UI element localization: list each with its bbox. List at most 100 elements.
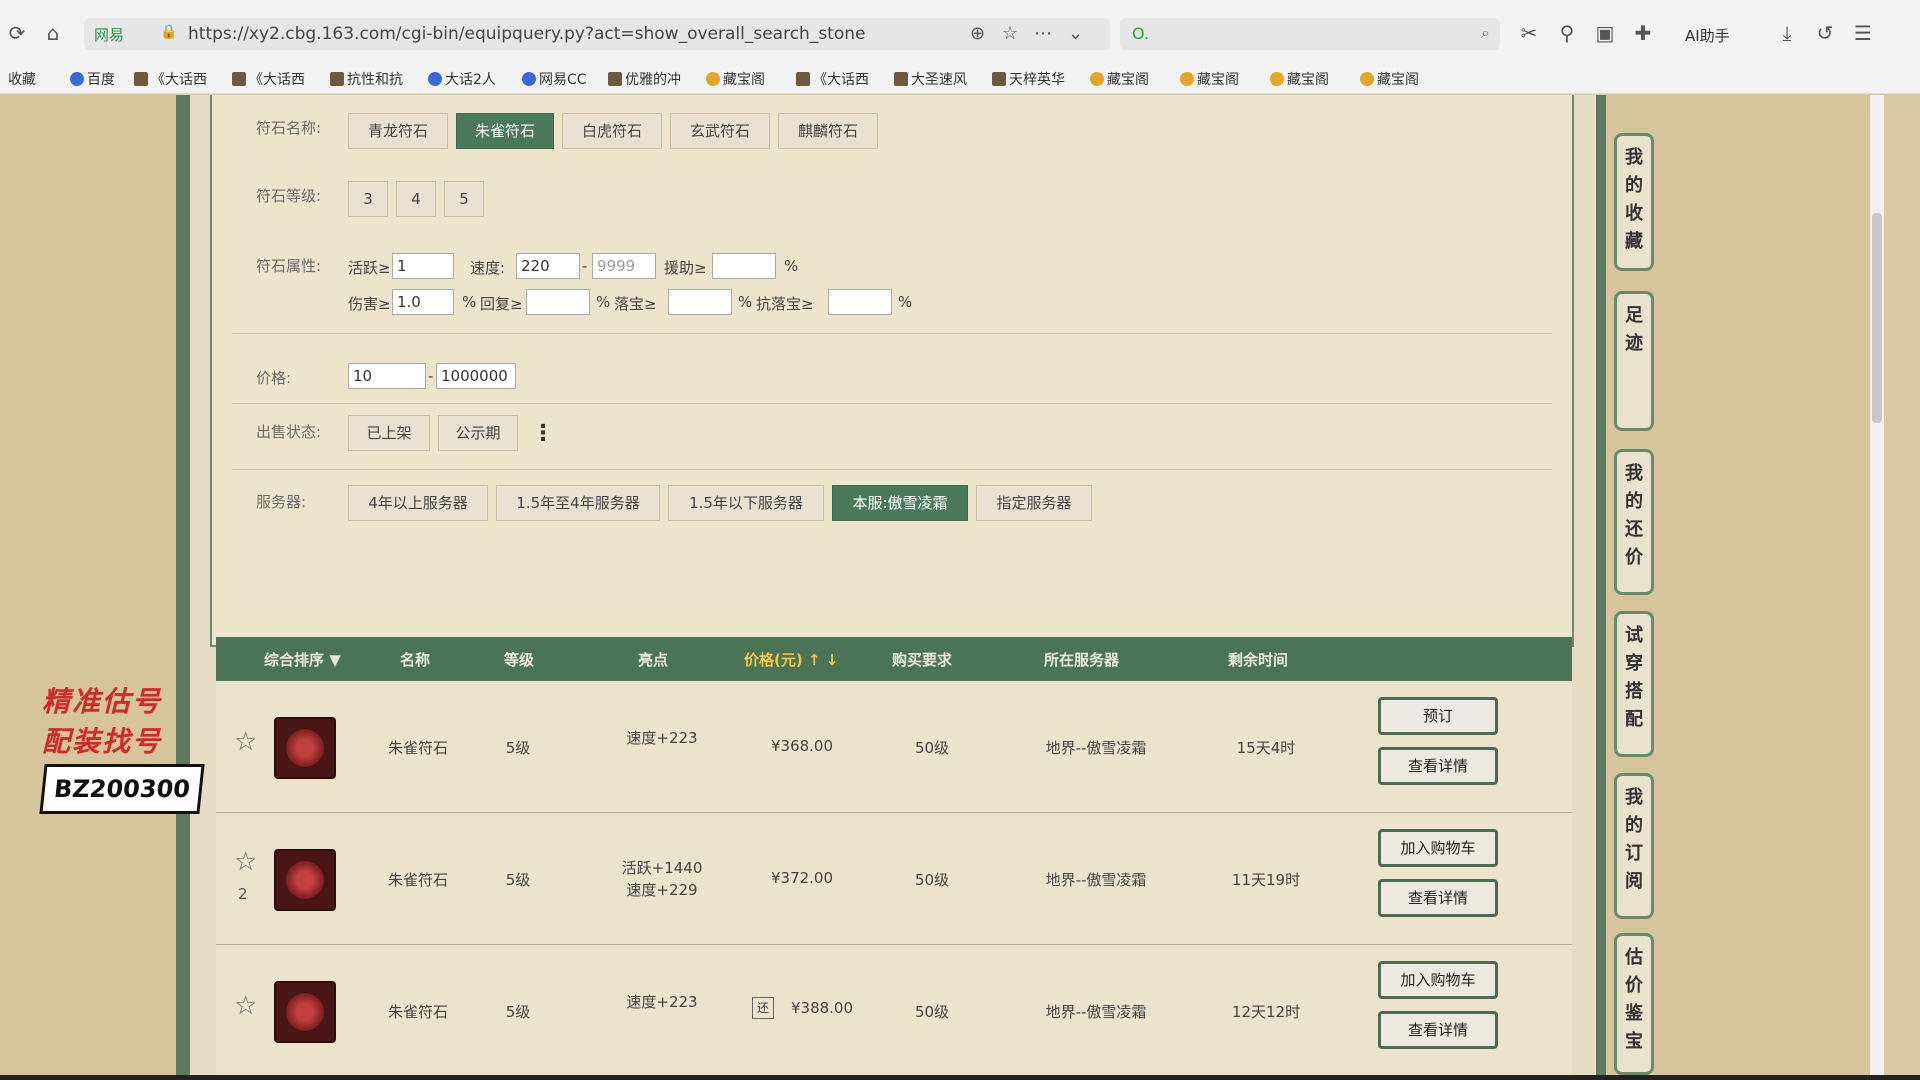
stone-thumbnail[interactable] [274,849,336,911]
view-details-button[interactable]: 查看详情 [1378,879,1498,917]
stone-option-zhuque[interactable]: 朱雀符石 [456,113,554,149]
address-bar[interactable]: 网易 🔒 https://xy2.cbg.163.com/cgi-bin/equ… [84,18,1110,50]
favorite-star-icon[interactable]: ☆ [234,847,257,877]
menu-icon[interactable]: ☰ [1852,22,1874,44]
server-option-specified[interactable]: 指定服务器 [976,485,1092,521]
item-name[interactable]: 朱雀符石 [358,869,478,890]
stone-option-xuanwu[interactable]: 玄武符石 [670,113,770,149]
level-option-5[interactable]: 5 [444,181,484,217]
page-content: 符石名称: 青龙符石 朱雀符石 白虎符石 玄武符石 麒麟符石 符石等级: 3 4… [0,95,1880,1075]
find-icon[interactable]: ⚲ [1556,22,1578,44]
bookmark-item[interactable]: 《大话西 [232,69,305,89]
sale-option-public[interactable]: 公示期 [438,415,518,451]
page-scrollbar[interactable] [1870,95,1884,1075]
price-max-input[interactable]: 1000000 [436,363,516,389]
bookmark-item[interactable]: 藏宝阁 [1270,69,1329,89]
bookmark-item[interactable]: 《大话西 [134,69,207,89]
side-tab-footprint[interactable]: 足迹 [1614,291,1654,431]
server-option-under-1-5y[interactable]: 1.5年以下服务器 [668,485,824,521]
bookmark-item[interactable]: 抗性和抗 [330,69,403,89]
bookmark-item[interactable]: 藏宝阁 [1180,69,1239,89]
chevron-down-icon[interactable]: ⌄ [1068,23,1083,44]
server-option-4y[interactable]: 4年以上服务器 [348,485,488,521]
item-level: 5级 [505,871,531,889]
server-header: 所在服务器 [1044,651,1120,669]
item-highlight: 活跃+1440 [621,859,703,877]
stone-thumbnail[interactable] [274,981,336,1043]
more-options-icon[interactable]: ⋮ [532,421,554,446]
item-highlight-2: 速度+229 [626,881,698,899]
add-to-cart-button[interactable]: 加入购物车 [1378,961,1498,999]
stone-option-qilin[interactable]: 麒麟符石 [778,113,878,149]
reserve-button[interactable]: 预订 [1378,697,1498,735]
server-option-1-5to4y[interactable]: 1.5年至4年服务器 [496,485,660,521]
speed-max-input[interactable]: 9999 [592,253,656,279]
item-level: 5级 [505,739,531,757]
active-label: 活跃≥ [348,259,391,277]
bookmark-star-icon[interactable]: ☆ [1002,23,1018,44]
side-tab-my-bargains[interactable]: 我的还价 [1614,449,1654,595]
window-icon[interactable]: ▣ [1594,22,1616,44]
divider [232,333,1552,334]
sale-option-listed[interactable]: 已上架 [348,415,430,451]
side-tab-favorites[interactable]: 我的收藏 [1614,133,1654,271]
lock-icon: 🔒 [160,24,178,40]
price-min-input[interactable]: 10 [348,363,426,389]
damage-input[interactable]: 1.0 [392,289,454,315]
bookmark-item[interactable]: 藏宝阁 [1360,69,1419,89]
bookmark-item[interactable]: 大话2人 [428,69,496,89]
bookmark-item[interactable]: 天梓英华 [992,69,1065,89]
speed-min-input[interactable]: 220 [516,253,580,279]
item-time: 12天12时 [1231,1003,1301,1021]
side-tab-subscriptions[interactable]: 我的订阅 [1614,773,1654,919]
bookmark-item[interactable]: 百度 [70,69,115,89]
scrollbar-thumb[interactable] [1872,213,1882,423]
more-icon[interactable]: ⋯ [1034,23,1052,44]
bookmark-item[interactable]: 《大话西 [796,69,869,89]
recover-input[interactable] [526,289,590,315]
favorite-star-icon[interactable]: ☆ [234,727,257,757]
drop-input[interactable] [668,289,732,315]
home-icon[interactable]: ⌂ [42,22,64,44]
browser-search-box[interactable]: O. ⌕ [1120,18,1500,50]
download-page-icon[interactable]: ⊕ [970,23,985,44]
view-details-button[interactable]: 查看详情 [1378,747,1498,785]
speed-dash: - [582,257,588,275]
price-header[interactable]: 价格(元) ↑ ↓ [744,649,838,670]
side-tab-try-on[interactable]: 试穿搭配 [1614,611,1654,757]
stone-thumbnail[interactable] [274,717,336,779]
drop-percent: % [738,293,753,311]
bargain-badge[interactable]: 还 [752,997,774,1019]
active-input[interactable]: 1 [392,253,454,279]
scissors-icon[interactable]: ✂ [1518,22,1540,44]
undo-icon[interactable]: ↺ [1814,22,1836,44]
bookmark-item[interactable]: 收藏 [8,69,36,89]
ai-assistant-button[interactable]: AI助手 [1685,25,1730,46]
bookmark-item[interactable]: 大圣速风 [894,69,967,89]
level-option-3[interactable]: 3 [348,181,388,217]
stone-option-qinglong[interactable]: 青龙符石 [348,113,448,149]
server-option-current[interactable]: 本服:傲雪凌霜 [832,485,968,521]
bookmark-item[interactable]: 优雅的冲 [608,69,681,89]
side-tab-appraisal[interactable]: 估价鉴宝 [1614,933,1654,1075]
stone-option-baihu[interactable]: 白虎符石 [562,113,662,149]
bookmark-item[interactable]: 藏宝阁 [706,69,765,89]
assist-percent: % [784,257,799,275]
reload-icon[interactable]: ⟳ [6,22,28,44]
item-name[interactable]: 朱雀符石 [358,737,478,758]
anti-drop-input[interactable] [828,289,892,315]
search-icon[interactable]: ⌕ [1481,23,1490,43]
favorite-star-icon[interactable]: ☆ [234,991,257,1021]
item-name[interactable]: 朱雀符石 [358,1001,478,1022]
download-icon[interactable]: ⤓ [1776,22,1798,44]
view-details-button[interactable]: 查看详情 [1378,1011,1498,1049]
item-server: 地界--傲雪凌霜 [1045,871,1147,889]
add-to-cart-button[interactable]: 加入购物车 [1378,829,1498,867]
assist-input[interactable] [712,253,776,279]
sort-header[interactable]: 综合排序 ▼ [264,649,341,670]
bookmark-item[interactable]: 网易CC [522,69,587,89]
bookmark-item[interactable]: 藏宝阁 [1090,69,1149,89]
extension-icon[interactable]: ✚ [1632,22,1654,44]
level-option-4[interactable]: 4 [396,181,436,217]
url-text[interactable]: https://xy2.cbg.163.com/cgi-bin/equipque… [188,24,866,44]
